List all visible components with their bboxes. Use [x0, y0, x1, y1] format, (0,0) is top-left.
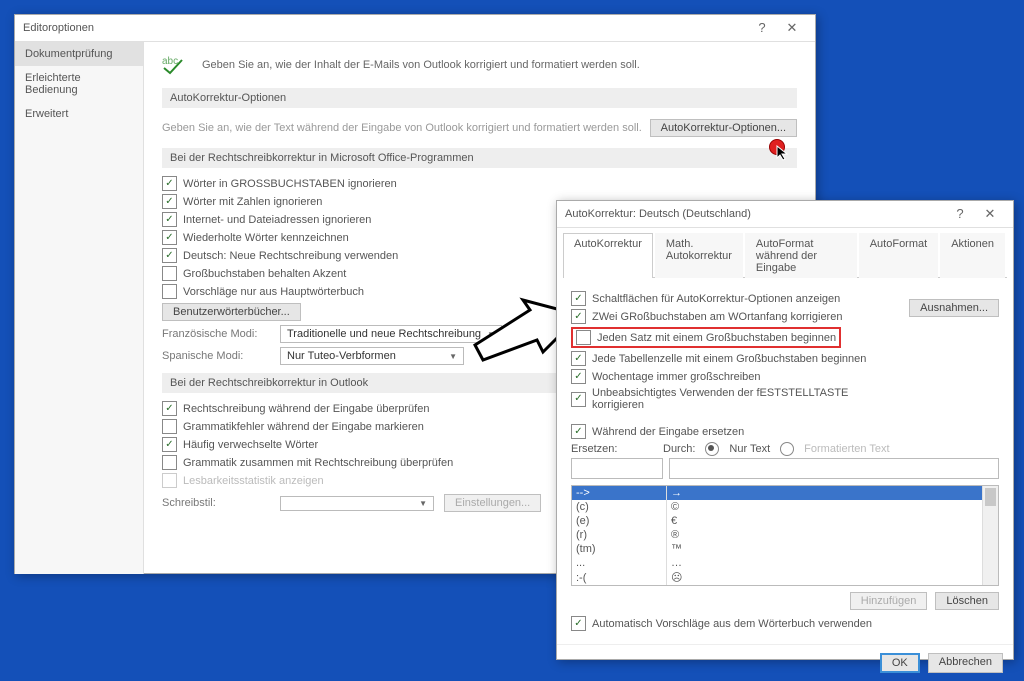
spell-label-1: Wörter mit Zahlen ignorieren [183, 196, 322, 208]
outlook-checkbox-4 [162, 473, 177, 488]
ak-opt-label-3: Jede Tabellenzelle mit einem Großbuchsta… [592, 353, 866, 365]
section-spellcheck-office: Bei der Rechtschreibkorrektur in Microso… [162, 148, 797, 168]
autokorrektur-dialog: AutoKorrektur: Deutsch (Deutschland) ? ✕… [556, 200, 1014, 660]
checkbox-label: Während der Eingabe ersetzen [592, 426, 744, 438]
tab-autokorrektur[interactable]: AutoKorrektur [563, 233, 653, 278]
chevron-down-icon: ▼ [449, 352, 457, 361]
close-button[interactable]: ✕ [975, 201, 1005, 227]
table-row[interactable]: (r)® [572, 528, 998, 542]
dialog-title: AutoKorrektur: Deutsch (Deutschland) [565, 201, 945, 227]
franzoesische-modi-label: Französische Modi: [162, 328, 270, 340]
outlook-checkbox-3[interactable] [162, 455, 177, 470]
dialog-title: Editoroptionen [23, 15, 747, 41]
tab-aktionen[interactable]: Aktionen [940, 233, 1005, 278]
durch-input[interactable] [669, 458, 999, 479]
schreibstil-combo[interactable]: ▼ [280, 496, 434, 511]
spanische-modi-label: Spanische Modi: [162, 350, 270, 362]
loeschen-button[interactable]: Löschen [935, 592, 999, 610]
hinzufuegen-button: Hinzufügen [850, 592, 928, 610]
ak-opt-label-1: ZWei GRoßbuchstaben am WOrtanfang korrig… [592, 311, 842, 323]
tab-math-autokorrektur[interactable]: Math. Autokorrektur [655, 233, 743, 278]
section-autokorrektur: AutoKorrektur-Optionen [162, 88, 797, 108]
spell-label-4: Deutsch: Neue Rechtschreibung verwenden [183, 250, 398, 262]
tab-strip: AutoKorrektur Math. Autokorrektur AutoFo… [563, 232, 1007, 278]
franzoesische-modi-combo[interactable]: Traditionelle und neue Rechtschreibung▼ [280, 325, 502, 343]
ak-opt-checkbox-2[interactable] [576, 330, 591, 345]
radio-nur-text[interactable] [705, 442, 719, 456]
replacement-table[interactable]: -->→(c)©(e)€(r)®(tm)™...…:-(☹ [571, 485, 999, 586]
chevron-down-icon: ▼ [419, 499, 427, 508]
outlook-label-2: Häufig verwechselte Wörter [183, 439, 318, 451]
ak-opt-checkbox-5[interactable] [571, 392, 586, 407]
outlook-label-3: Grammatik zusammen mit Rechtschreibung ü… [183, 457, 453, 469]
help-button[interactable]: ? [945, 201, 975, 227]
table-row[interactable]: (tm)™ [572, 542, 998, 556]
spell-checkbox-3[interactable] [162, 230, 177, 245]
table-row[interactable]: :-(☹ [572, 570, 998, 585]
table-row[interactable]: -->→ [572, 486, 998, 500]
outlook-label-0: Rechtschreibung während der Eingabe über… [183, 403, 429, 415]
benutzerwoerterbuecher-button[interactable]: Benutzerwörterbücher... [162, 303, 301, 321]
checkbox-label: Automatisch Vorschläge aus dem Wörterbuc… [592, 618, 872, 630]
spell-checkbox-6[interactable] [162, 284, 177, 299]
abc-check-icon: abc [162, 54, 190, 76]
ak-opt-checkbox-3[interactable] [571, 351, 586, 366]
scrollbar[interactable] [982, 486, 998, 585]
checkbox-waehrend-eingabe-ersetzen[interactable] [571, 424, 586, 439]
outlook-checkbox-0[interactable] [162, 401, 177, 416]
spell-label-6: Vorschläge nur aus Hauptwörterbuch [183, 286, 364, 298]
ausnahmen-button[interactable]: Ausnahmen... [909, 299, 999, 317]
checkbox-auto-woerterbuch[interactable] [571, 616, 586, 631]
intro-text: Geben Sie an, wie der Inhalt der E-Mails… [202, 59, 640, 71]
help-button[interactable]: ? [747, 15, 777, 41]
ok-button[interactable]: OK [880, 653, 920, 673]
tab-autoformat-eingabe[interactable]: AutoFormat während der Eingabe [745, 233, 857, 278]
sidebar-item-erweitert[interactable]: Erweitert [15, 102, 143, 126]
titlebar: AutoKorrektur: Deutsch (Deutschland) ? ✕ [557, 201, 1013, 228]
table-row[interactable]: ...… [572, 556, 998, 570]
schreibstil-label: Schreibstil: [162, 497, 270, 509]
spell-checkbox-0[interactable] [162, 176, 177, 191]
outlook-label-1: Grammatikfehler während der Eingabe mark… [183, 421, 424, 433]
spell-label-0: Wörter in GROSSBUCHSTABEN ignorieren [183, 178, 397, 190]
ak-opt-label-0: Schaltflächen für AutoKorrektur-Optionen… [592, 293, 840, 305]
outlook-checkbox-1[interactable] [162, 419, 177, 434]
autocorrect-desc: Geben Sie an, wie der Text während der E… [162, 122, 642, 134]
tab-autoformat[interactable]: AutoFormat [859, 233, 938, 278]
spell-label-5: Großbuchstaben behalten Akzent [183, 268, 346, 280]
ersetzen-input[interactable] [571, 458, 663, 479]
spell-checkbox-5[interactable] [162, 266, 177, 281]
autokorrektur-optionen-button[interactable]: AutoKorrektur-Optionen... [650, 119, 797, 137]
close-button[interactable]: ✕ [777, 15, 807, 41]
spell-checkbox-2[interactable] [162, 212, 177, 227]
spanische-modi-combo[interactable]: Nur Tuteo-Verbformen▼ [280, 347, 464, 365]
abbrechen-button[interactable]: Abbrechen [928, 653, 1003, 673]
ak-opt-label-2: Jeden Satz mit einem Großbuchstaben begi… [597, 332, 836, 344]
ak-opt-checkbox-4[interactable] [571, 369, 586, 384]
durch-label: Durch: [663, 443, 695, 455]
outlook-checkbox-2[interactable] [162, 437, 177, 452]
ak-opt-label-5: Unbeabsichtigtes Verwenden der fESTSTELL… [592, 387, 899, 411]
tab-panel: Schaltflächen für AutoKorrektur-Optionen… [557, 278, 1013, 644]
mouse-pointer-icon [776, 145, 790, 161]
einstellungen-button: Einstellungen... [444, 494, 541, 512]
ak-opt-checkbox-0[interactable] [571, 291, 586, 306]
table-row[interactable]: (e)€ [572, 514, 998, 528]
titlebar: Editoroptionen ? ✕ [15, 15, 815, 42]
sidebar-item-dokumentpruefung[interactable]: Dokumentprüfung [15, 42, 143, 66]
chevron-down-icon: ▼ [487, 330, 495, 339]
ak-opt-label-4: Wochentage immer großschreiben [592, 371, 761, 383]
spell-checkbox-1[interactable] [162, 194, 177, 209]
radio-formatierten-text[interactable] [780, 442, 794, 456]
spell-label-3: Wiederholte Wörter kennzeichnen [183, 232, 349, 244]
table-row[interactable]: (c)© [572, 500, 998, 514]
ak-opt-checkbox-1[interactable] [571, 309, 586, 324]
ersetzen-label: Ersetzen: [571, 443, 653, 455]
sidebar: Dokumentprüfung Erleichterte Bedienung E… [15, 42, 144, 574]
sidebar-item-erleichterte-bedienung[interactable]: Erleichterte Bedienung [15, 66, 143, 102]
outlook-label-4: Lesbarkeitsstatistik anzeigen [183, 475, 324, 487]
spell-checkbox-4[interactable] [162, 248, 177, 263]
spell-label-2: Internet- und Dateiadressen ignorieren [183, 214, 371, 226]
